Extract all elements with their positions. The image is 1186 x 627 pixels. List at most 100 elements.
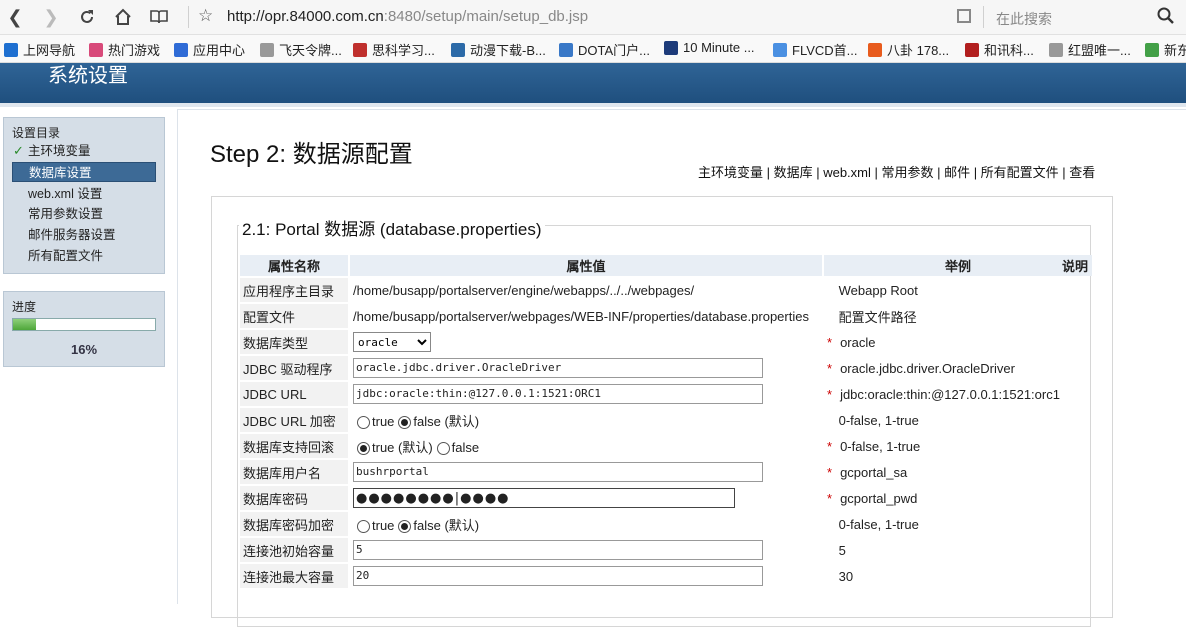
sidebar-item-label: web.xml 设置 [28, 187, 103, 201]
header-description: 说明 [1061, 259, 1088, 274]
bookmark-item[interactable]: 应用中心 [174, 40, 245, 59]
radio-button[interactable] [436, 441, 450, 455]
text-input[interactable]: jdbc:oracle:thin:@127.0.0.1:1521:ORC1 [353, 384, 763, 404]
field-label: 数据库用户名 [240, 460, 348, 484]
field-label: 数据库类型 [240, 330, 348, 354]
field-label: JDBC URL [240, 382, 348, 406]
field-example: 0-false, 1-true [838, 516, 919, 532]
reader-icon[interactable] [148, 6, 170, 28]
bookmark-item[interactable]: 红盟唯一... [1049, 40, 1131, 59]
menu-title: 设置目录 [12, 126, 61, 140]
sidebar-item-mail[interactable]: 邮件服务器设置 [12, 225, 156, 245]
field-label: 数据库密码加密 [240, 512, 348, 536]
radio-label[interactable]: true [372, 518, 394, 533]
radio-button[interactable] [398, 415, 412, 429]
bookmark-item[interactable]: 上网导航 [4, 40, 75, 59]
field-label: 配置文件 [240, 304, 348, 328]
radio-button[interactable] [357, 519, 370, 533]
bookmark-favicon-icon [664, 40, 678, 55]
bookmark-label: 和讯科... [984, 43, 1034, 58]
table-row: 连接池初始容量 5 5 [240, 538, 1092, 562]
sidebar-item-label: 所有配置文件 [28, 249, 104, 263]
radio-label[interactable]: false (默认) [413, 518, 479, 533]
field-example: 配置文件路径 [838, 309, 917, 325]
settings-menu-panel: 设置目录 ✓ 主环境变量 数据库设置 web.xml 设置 常用参数设置 邮件服务… [3, 117, 165, 274]
field-label: JDBC 驱动程序 [240, 356, 348, 380]
main-content: Step 2: 数据源配置 主环境变量 | 数据库 | web.xml | 常用… [177, 109, 1186, 627]
bookmark-star-icon[interactable]: ☆ [198, 6, 213, 26]
table-row: 应用程序主目录/home/busapp/portalserver/engine/… [240, 278, 1092, 302]
bookmark-favicon-icon [773, 42, 787, 57]
bookmark-favicon-icon [353, 42, 367, 57]
search-input[interactable]: 在此搜索 [996, 9, 1052, 29]
section-links[interactable]: 主环境变量 | 数据库 | web.xml | 常用参数 | 邮件 | 所有配置… [698, 162, 1095, 181]
text-input[interactable]: 5 [353, 540, 763, 560]
field-example: gcportal_pwd [840, 490, 918, 506]
header-name: 属性名称 [240, 255, 348, 276]
bookmark-favicon-icon [4, 42, 18, 57]
reload-icon[interactable] [76, 6, 98, 28]
field-example: 30 [838, 568, 854, 584]
bookmark-item[interactable]: 新东 [1145, 40, 1186, 59]
field-example-cell: * gcportal_sa [824, 460, 1092, 484]
text-input[interactable]: bushrportal [353, 462, 763, 482]
forward-icon[interactable]: ❯ [40, 6, 62, 28]
header-example: 举例 说明 [824, 255, 1092, 276]
field-label: 连接池最大容量 [240, 564, 348, 588]
address-bar[interactable]: http://opr.84000.com.cn:8480/setup/main/… [227, 8, 588, 25]
field-value-cell: oracle [350, 330, 822, 354]
bookmark-item[interactable]: FLVCD首... [773, 40, 858, 59]
back-icon[interactable]: ❮ [4, 6, 26, 28]
bookmark-item[interactable]: DOTA门户... [559, 40, 650, 59]
radio-label[interactable]: true (默认) [372, 440, 433, 455]
table-header-row: 属性名称 属性值 举例 说明 [240, 255, 1092, 276]
text-input[interactable]: 20 [353, 566, 763, 586]
radio-button[interactable] [357, 441, 370, 455]
text-input[interactable]: oracle.jdbc.driver.OracleDriver [353, 358, 763, 378]
radio-label[interactable]: false (默认) [413, 414, 479, 429]
bookmark-favicon-icon [1145, 42, 1159, 57]
bookmark-item[interactable]: 飞天令牌... [260, 40, 342, 59]
bookmark-item[interactable]: 热门游戏 [89, 40, 160, 59]
search-icon[interactable] [1156, 6, 1176, 26]
sidebar-item-env[interactable]: ✓ 主环境变量 [12, 141, 156, 161]
home-icon[interactable] [112, 6, 134, 28]
field-value-text: /home/busapp/portalserver/webpages/WEB-I… [353, 308, 809, 324]
table-row: 数据库支持回滚 true (默认) false * 0-false, 1-true [240, 434, 1092, 458]
radio-label[interactable]: false [452, 440, 479, 455]
bookmark-item[interactable]: 思科学习... [353, 40, 435, 59]
database-type-select[interactable]: oracle [353, 332, 431, 352]
field-value-cell: 20 [350, 564, 822, 588]
required-marker: * [827, 334, 833, 350]
bookmark-item[interactable]: 和讯科... [965, 40, 1034, 59]
bookmark-item[interactable]: 动漫下载-B... [451, 40, 546, 59]
required-marker: * [827, 438, 833, 454]
field-example-cell: * oracle [824, 330, 1092, 354]
bookmark-favicon-icon [559, 42, 573, 57]
radio-button[interactable] [398, 519, 412, 533]
sidebar-item-label: 邮件服务器设置 [28, 228, 116, 242]
field-example: oracle.jdbc.driver.OracleDriver [840, 360, 1015, 376]
sidebar-item-database[interactable]: 数据库设置 [12, 162, 156, 182]
field-value-cell: /home/busapp/portalserver/engine/webapps… [350, 278, 822, 302]
bookmark-item[interactable]: 八卦 178... [868, 40, 949, 59]
check-icon: ✓ [13, 143, 24, 158]
sidebar-item-webxml[interactable]: web.xml 设置 [12, 184, 156, 204]
radio-label[interactable]: true [372, 414, 394, 429]
sidebar-item-configs[interactable]: 所有配置文件 [12, 246, 156, 266]
sidebar-item-params[interactable]: 常用参数设置 [12, 204, 156, 224]
table-row: 数据库密码 ●●●●●●●●|●●●● * gcportal_pwd [240, 486, 1092, 510]
qr-code-icon[interactable] [957, 9, 971, 23]
field-example-cell: * oracle.jdbc.driver.OracleDriver [824, 356, 1092, 380]
app-header: 系统设置 [0, 63, 1186, 103]
radio-button[interactable] [357, 415, 370, 429]
bookmark-label: 10 Minute ... [683, 40, 755, 55]
field-example: oracle [840, 334, 876, 350]
field-value-cell: oracle.jdbc.driver.OracleDriver [350, 356, 822, 380]
config-table: 属性名称 属性值 举例 说明 应用程序主目录/home/busapp/porta… [238, 253, 1094, 590]
bookmark-favicon-icon [89, 42, 103, 57]
bookmark-item[interactable]: 10 Minute ... [664, 40, 755, 55]
field-value-cell: true false (默认) [350, 408, 822, 432]
password-input[interactable]: ●●●●●●●●|●●●● [353, 488, 735, 508]
table-row: 数据库用户名 bushrportal * gcportal_sa [240, 460, 1092, 484]
